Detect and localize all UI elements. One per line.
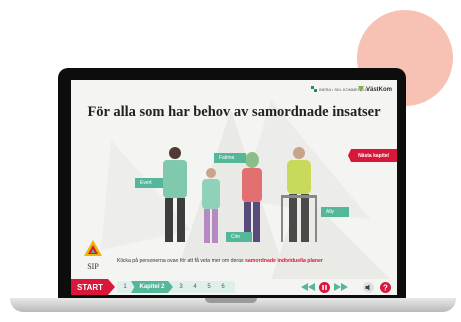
chapter-strip: 1 Kapitel 2 3 4 5 6 (117, 281, 235, 293)
rewind-icon[interactable] (301, 282, 315, 292)
sip-triangle-icon (84, 240, 102, 256)
svg-text:?: ? (383, 283, 388, 292)
chapter-4[interactable]: 4 (189, 281, 201, 293)
app-screen: INERA / SKL KOMMENTUS VästKom För alla s… (71, 80, 397, 295)
pause-icon[interactable] (319, 281, 330, 293)
label-evert[interactable]: Evert (135, 178, 163, 188)
person-cim[interactable] (242, 152, 262, 242)
person-ally[interactable] (281, 147, 317, 242)
chapter-2[interactable]: Kapitel 2 (131, 281, 173, 293)
instruction-prefix: Klicka på personerna ovan för att få vet… (117, 258, 246, 264)
person-fatima[interactable] (202, 168, 220, 243)
label-fatima[interactable]: Fatima (214, 153, 246, 163)
help-icon[interactable]: ? (380, 281, 391, 293)
chapter-5[interactable]: 5 (203, 281, 215, 293)
forward-icon[interactable] (334, 282, 348, 292)
start-button[interactable]: START (71, 279, 115, 295)
label-ally[interactable]: Ally (321, 207, 349, 217)
chapter-1[interactable]: 1 (119, 281, 131, 293)
volume-icon[interactable] (363, 281, 374, 293)
instruction-highlight: samordnade individuella planer (245, 258, 323, 264)
chapter-6[interactable]: 6 (217, 281, 229, 293)
navigation-bar: START 1 Kapitel 2 3 4 5 6 ? (71, 279, 397, 295)
sip-logo: SIP (81, 240, 105, 271)
person-evert[interactable] (163, 147, 187, 242)
laptop-notch (205, 298, 257, 303)
sip-label: SIP (87, 262, 99, 271)
label-cim[interactable]: Cim (226, 232, 252, 242)
chapter-3[interactable]: 3 (175, 281, 187, 293)
instruction-text: Klicka på personerna ovan för att få vet… (117, 258, 323, 264)
